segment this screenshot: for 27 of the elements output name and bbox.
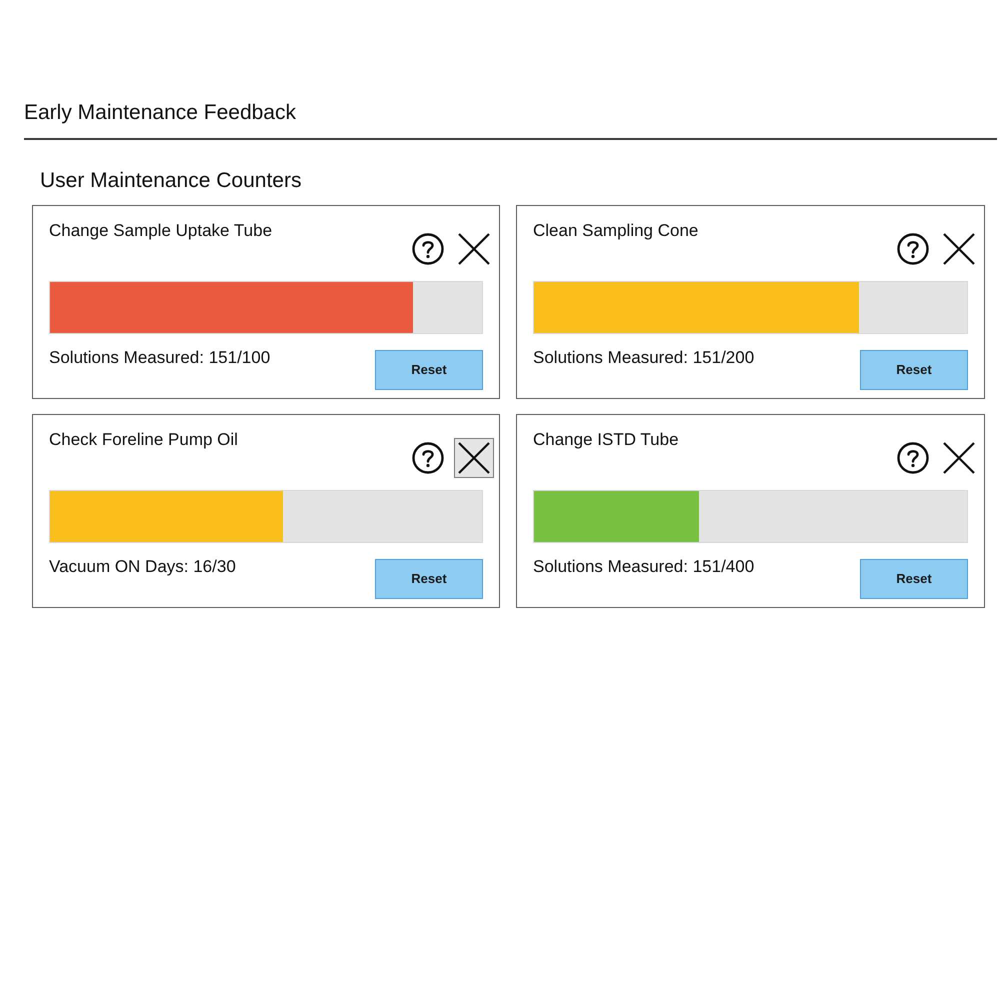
- reset-button[interactable]: Reset: [375, 559, 483, 599]
- reset-button[interactable]: Reset: [375, 350, 483, 390]
- help-icon: [897, 233, 929, 265]
- counter-reading: Solutions Measured: 151/400: [533, 557, 754, 577]
- reset-button[interactable]: Reset: [860, 559, 968, 599]
- help-button[interactable]: [897, 442, 929, 474]
- close-icon: [943, 442, 975, 474]
- counter-title: Clean Sampling Cone: [533, 221, 698, 241]
- help-icon: [412, 233, 444, 265]
- reset-button[interactable]: Reset: [860, 350, 968, 390]
- help-icon: [897, 442, 929, 474]
- counter-reading: Solutions Measured: 151/100: [49, 348, 270, 368]
- close-icon: [458, 442, 490, 474]
- counter-title: Change ISTD Tube: [533, 430, 679, 450]
- help-button[interactable]: [897, 233, 929, 265]
- help-button[interactable]: [412, 233, 444, 265]
- page-title: Early Maintenance Feedback: [24, 100, 297, 126]
- counter-reading: Solutions Measured: 151/200: [533, 348, 754, 368]
- help-button[interactable]: [412, 442, 444, 474]
- counter-reading: Vacuum ON Days: 16/30: [49, 557, 236, 577]
- close-icon: [458, 233, 490, 265]
- help-icon: [412, 442, 444, 474]
- counter-title: Change Sample Uptake Tube: [49, 221, 272, 241]
- close-button[interactable]: [454, 438, 494, 478]
- close-icon: [943, 233, 975, 265]
- section-title: User Maintenance Counters: [40, 168, 302, 194]
- counter-title: Check Foreline Pump Oil: [49, 430, 238, 450]
